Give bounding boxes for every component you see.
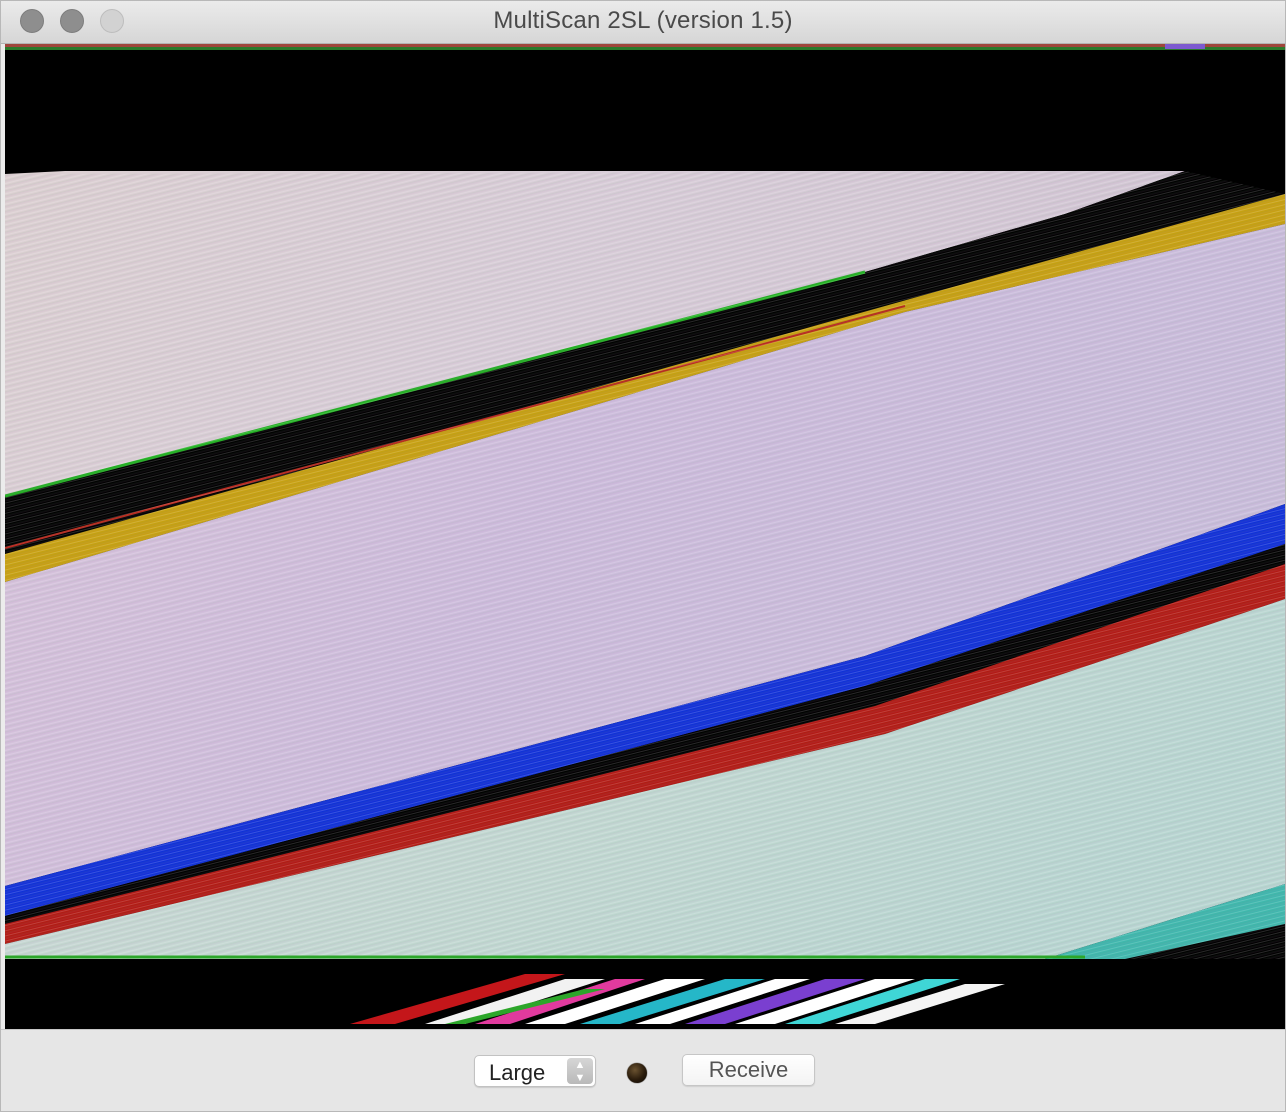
size-select[interactable]: Large ▲ ▼ bbox=[474, 1055, 596, 1087]
app-window: MultiScan 2SL (version 1.5) Large ▲ ▼ Re… bbox=[0, 0, 1286, 1112]
noise-glyphs bbox=[350, 974, 1005, 1024]
status-indicator-icon bbox=[627, 1063, 647, 1083]
received-image-view bbox=[5, 44, 1285, 1029]
receive-button[interactable]: Receive bbox=[682, 1054, 815, 1086]
up-down-chevron-icon[interactable]: ▲ ▼ bbox=[567, 1058, 593, 1084]
received-image bbox=[5, 44, 1285, 1024]
control-bar: Large ▲ ▼ Receive bbox=[1, 1029, 1285, 1111]
title-bar[interactable]: MultiScan 2SL (version 1.5) bbox=[1, 1, 1285, 44]
window-title: MultiScan 2SL (version 1.5) bbox=[493, 7, 793, 34]
size-select-value: Large bbox=[489, 1060, 546, 1085]
